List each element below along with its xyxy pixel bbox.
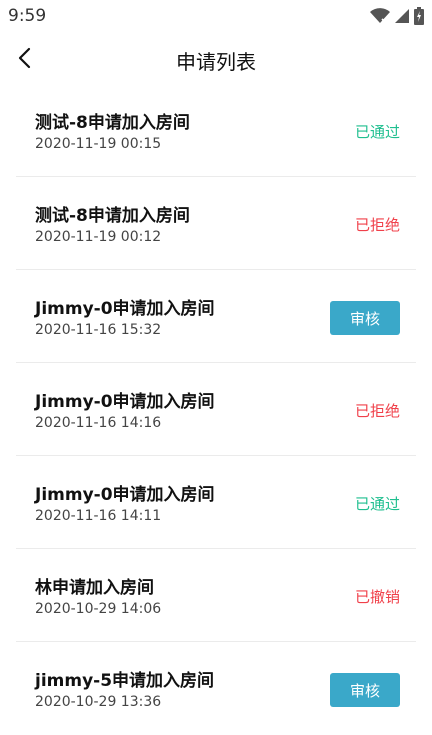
battery-icon [414, 7, 424, 29]
status-rejected-label: 已拒绝 [354, 216, 400, 234]
request-date: 2020-10-29 14:06 [35, 601, 162, 617]
list-item[interactable]: 测试-8申请加入房间 2020-11-19 00:12 已拒绝 [16, 177, 416, 270]
request-date: 2020-11-19 00:12 [35, 229, 162, 245]
list-item[interactable]: 测试-8申请加入房间 2020-11-19 00:15 已通过 [16, 84, 416, 177]
review-button[interactable]: 审核 [330, 673, 400, 707]
request-title: 林申请加入房间 [35, 578, 154, 598]
request-date: 2020-11-19 00:15 [35, 136, 162, 152]
list-item[interactable]: Jimmy-0申请加入房间 2020-11-16 15:32 审核 [16, 270, 416, 363]
request-title: 测试-8申请加入房间 [35, 113, 190, 133]
request-date: 2020-11-16 15:32 [35, 322, 162, 338]
request-title: Jimmy-0申请加入房间 [35, 392, 215, 412]
wifi-icon [370, 8, 390, 28]
list-item[interactable]: Jimmy-0申请加入房间 2020-11-16 14:11 已通过 [16, 456, 416, 549]
request-date: 2020-11-16 14:11 [35, 508, 162, 524]
list-item[interactable]: jimmy-5申请加入房间 2020-10-29 13:36 审核 [16, 642, 416, 735]
list-item[interactable]: 林申请加入房间 2020-10-29 14:06 已撤销 [16, 549, 416, 642]
request-date: 2020-10-29 13:36 [35, 694, 162, 710]
status-revoked-label: 已撤销 [354, 588, 400, 606]
request-title: Jimmy-0申请加入房间 [35, 485, 215, 505]
request-date: 2020-11-16 14:16 [35, 415, 162, 431]
request-title: Jimmy-0申请加入房间 [35, 299, 215, 319]
status-bar: 9:59 [0, 0, 432, 32]
app-header: 申请列表 [0, 32, 432, 88]
status-icons [370, 7, 424, 29]
request-list: 测试-8申请加入房间 2020-11-19 00:15 已通过 测试-8申请加入… [0, 84, 432, 735]
review-button[interactable]: 审核 [330, 301, 400, 335]
list-item[interactable]: Jimmy-0申请加入房间 2020-11-16 14:16 已拒绝 [16, 363, 416, 456]
status-rejected-label: 已拒绝 [354, 402, 400, 420]
page-title: 申请列表 [176, 50, 256, 74]
status-time: 9:59 [8, 6, 47, 26]
status-approved-label: 已通过 [354, 123, 400, 141]
signal-icon [394, 8, 410, 28]
request-title: 测试-8申请加入房间 [35, 206, 190, 226]
status-approved-label: 已通过 [354, 495, 400, 513]
request-title: jimmy-5申请加入房间 [35, 671, 215, 691]
